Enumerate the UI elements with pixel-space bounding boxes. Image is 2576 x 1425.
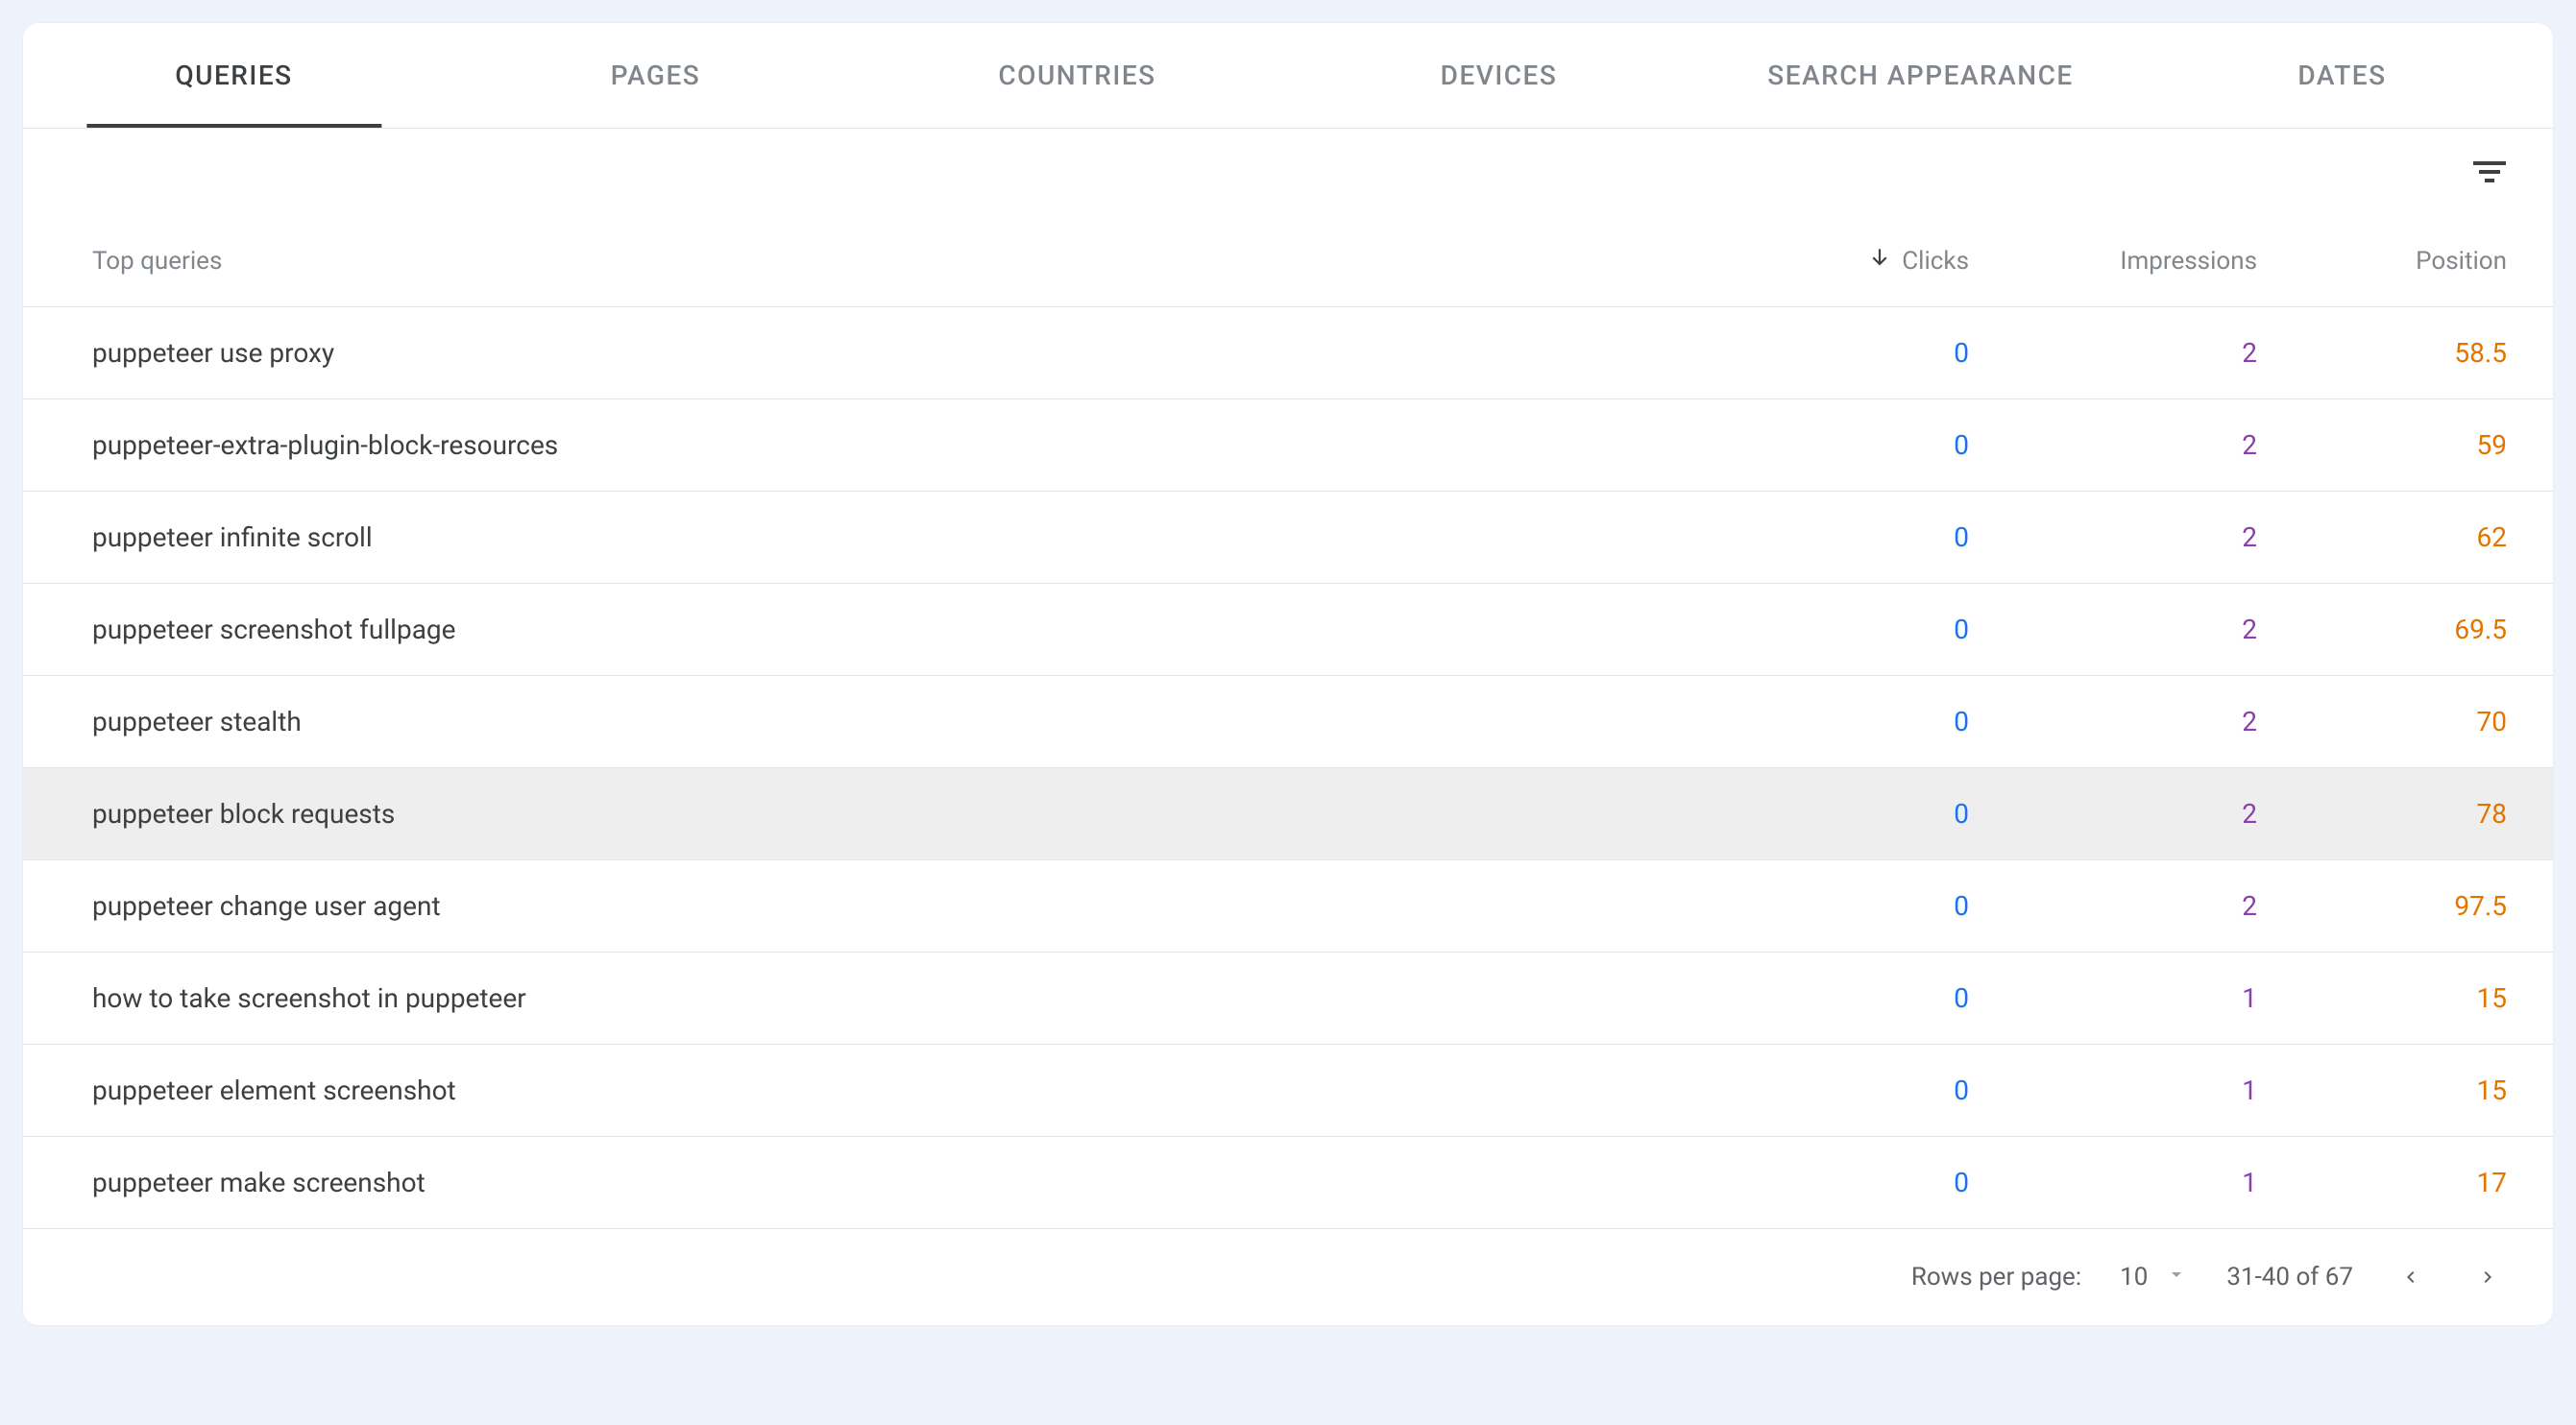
query-cell: puppeteer infinite scroll xyxy=(92,521,1700,553)
impressions-cell: 2 xyxy=(1969,429,2257,461)
tab-search-appearance[interactable]: SEARCH APPEARANCE xyxy=(1710,23,2131,128)
column-header-clicks[interactable]: Clicks xyxy=(1700,245,1969,277)
table-row[interactable]: how to take screenshot in puppeteer0115 xyxy=(23,953,2553,1045)
query-cell: puppeteer stealth xyxy=(92,706,1700,737)
pagination: Rows per page: 10 31-40 of 67 xyxy=(23,1229,2553,1325)
position-cell: 69.5 xyxy=(2257,614,2507,645)
clicks-cell: 0 xyxy=(1700,798,1969,830)
prev-page-button[interactable] xyxy=(2392,1258,2430,1296)
query-cell: puppeteer screenshot fullpage xyxy=(92,614,1700,645)
table-row[interactable]: puppeteer infinite scroll0262 xyxy=(23,492,2553,584)
column-header-clicks-label: Clicks xyxy=(1902,247,1969,276)
tab-dates[interactable]: DATES xyxy=(2131,23,2553,128)
column-header-position[interactable]: Position xyxy=(2257,247,2507,276)
table-row[interactable]: puppeteer use proxy0258.5 xyxy=(23,307,2553,399)
position-cell: 15 xyxy=(2257,1075,2507,1106)
query-cell: puppeteer block requests xyxy=(92,798,1700,830)
table-toolbar xyxy=(23,129,2553,215)
table-row[interactable]: puppeteer stealth0270 xyxy=(23,676,2553,768)
filter-icon[interactable] xyxy=(2472,155,2507,189)
query-cell: how to take screenshot in puppeteer xyxy=(92,982,1700,1014)
impressions-cell: 2 xyxy=(1969,798,2257,830)
table-tabs: QUERIES PAGES COUNTRIES DEVICES SEARCH A… xyxy=(23,23,2553,129)
table-row[interactable]: puppeteer-extra-plugin-block-resources02… xyxy=(23,399,2553,492)
position-cell: 15 xyxy=(2257,982,2507,1014)
query-cell: puppeteer change user agent xyxy=(92,890,1700,922)
performance-table-card: QUERIES PAGES COUNTRIES DEVICES SEARCH A… xyxy=(23,23,2553,1325)
column-header-query[interactable]: Top queries xyxy=(92,247,1700,276)
tab-devices[interactable]: DEVICES xyxy=(1288,23,1710,128)
next-page-button[interactable] xyxy=(2468,1258,2507,1296)
impressions-cell: 2 xyxy=(1969,521,2257,553)
tab-queries[interactable]: QUERIES xyxy=(23,23,445,128)
position-cell: 62 xyxy=(2257,521,2507,553)
clicks-cell: 0 xyxy=(1700,429,1969,461)
table-row[interactable]: puppeteer block requests0278 xyxy=(23,768,2553,860)
rows-per-page-label: Rows per page: xyxy=(1911,1263,2081,1292)
table-header-row: Top queries Clicks Impressions Position xyxy=(23,215,2553,307)
query-cell: puppeteer-extra-plugin-block-resources xyxy=(92,429,1700,461)
query-cell: puppeteer element screenshot xyxy=(92,1075,1700,1106)
pagination-range: 31-40 of 67 xyxy=(2226,1263,2353,1292)
position-cell: 17 xyxy=(2257,1167,2507,1198)
table-row[interactable]: puppeteer element screenshot0115 xyxy=(23,1045,2553,1137)
position-cell: 59 xyxy=(2257,429,2507,461)
clicks-cell: 0 xyxy=(1700,1167,1969,1198)
clicks-cell: 0 xyxy=(1700,614,1969,645)
clicks-cell: 0 xyxy=(1700,337,1969,369)
impressions-cell: 1 xyxy=(1969,982,2257,1014)
position-cell: 70 xyxy=(2257,706,2507,737)
impressions-cell: 2 xyxy=(1969,614,2257,645)
tab-countries[interactable]: COUNTRIES xyxy=(866,23,1288,128)
table-row[interactable]: puppeteer screenshot fullpage0269.5 xyxy=(23,584,2553,676)
impressions-cell: 2 xyxy=(1969,337,2257,369)
position-cell: 58.5 xyxy=(2257,337,2507,369)
query-cell: puppeteer make screenshot xyxy=(92,1167,1700,1198)
query-cell: puppeteer use proxy xyxy=(92,337,1700,369)
clicks-cell: 0 xyxy=(1700,982,1969,1014)
clicks-cell: 0 xyxy=(1700,890,1969,922)
position-cell: 78 xyxy=(2257,798,2507,830)
clicks-cell: 0 xyxy=(1700,521,1969,553)
impressions-cell: 2 xyxy=(1969,890,2257,922)
tab-pages[interactable]: PAGES xyxy=(445,23,866,128)
table-row[interactable]: puppeteer make screenshot0117 xyxy=(23,1137,2553,1229)
pagination-nav xyxy=(2392,1258,2507,1296)
clicks-cell: 0 xyxy=(1700,1075,1969,1106)
position-cell: 97.5 xyxy=(2257,890,2507,922)
table-body: puppeteer use proxy0258.5puppeteer-extra… xyxy=(23,307,2553,1229)
impressions-cell: 1 xyxy=(1969,1167,2257,1198)
impressions-cell: 2 xyxy=(1969,706,2257,737)
table-row[interactable]: puppeteer change user agent0297.5 xyxy=(23,860,2553,953)
arrow-down-icon xyxy=(1867,245,1892,277)
rows-per-page-value: 10 xyxy=(2120,1263,2148,1292)
rows-per-page-select[interactable]: 10 xyxy=(2120,1263,2188,1292)
caret-down-icon xyxy=(2165,1263,2188,1292)
column-header-impressions[interactable]: Impressions xyxy=(1969,247,2257,276)
clicks-cell: 0 xyxy=(1700,706,1969,737)
impressions-cell: 1 xyxy=(1969,1075,2257,1106)
